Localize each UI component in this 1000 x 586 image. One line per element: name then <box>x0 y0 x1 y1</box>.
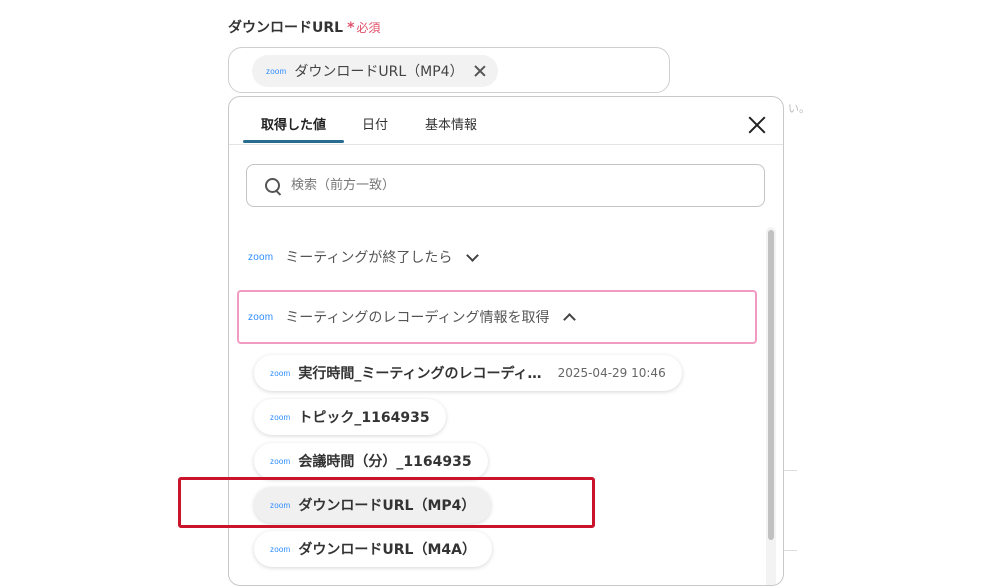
group-label: ミーティングのレコーディング情報を取得 <box>285 310 550 326</box>
remove-chip-icon[interactable] <box>474 65 486 77</box>
chevron-up-icon <box>563 312 577 326</box>
zoom-logo-icon: zoom <box>266 66 287 76</box>
active-tab-indicator <box>243 140 344 143</box>
item-label: 会議時間（分）_1164935 <box>298 454 472 470</box>
search-icon <box>265 177 281 194</box>
zoom-logo-icon: zoom <box>248 251 274 263</box>
group-meeting-ended[interactable]: zoom ミーティングが終了したら <box>248 247 480 267</box>
list-item[interactable]: zoom 実行時間_ミーティングのレコーディ… 2025-04-29 10:46 <box>254 355 682 391</box>
tab-divider <box>229 144 783 145</box>
tab-basic-info[interactable]: 基本情報 <box>425 114 477 133</box>
chip-label: ダウンロードURL（MP4） <box>294 64 464 80</box>
scrollbar-thumb[interactable] <box>768 230 774 540</box>
required-text: 必須 <box>356 21 381 35</box>
tab-date[interactable]: 日付 <box>362 114 388 133</box>
group-label: ミーティングが終了したら <box>285 250 453 266</box>
close-icon[interactable] <box>747 115 767 135</box>
download-url-field-label: ダウンロードURL * 必須 <box>228 17 380 37</box>
group-recording-info[interactable]: zoom ミーティングのレコーディング情報を取得 <box>237 290 757 344</box>
field-label-text: ダウンロードURL <box>228 20 344 36</box>
list-item[interactable]: zoom 会議時間（分）_1164935 <box>254 443 488 479</box>
item-value: 2025-04-29 10:46 <box>557 366 666 380</box>
zoom-logo-icon: zoom <box>270 368 291 378</box>
item-label: 実行時間_ミーティングのレコーディ… <box>298 366 542 382</box>
item-label: トピック_1164935 <box>298 410 430 426</box>
tab-acquired-values[interactable]: 取得した値 <box>261 114 326 133</box>
search-box[interactable] <box>246 164 765 207</box>
background-divider <box>783 470 797 471</box>
zoom-logo-icon: zoom <box>270 456 291 466</box>
annotation-highlight-box <box>178 477 595 528</box>
selected-value-chip[interactable]: zoom ダウンロードURL（MP4） <box>252 55 498 87</box>
required-asterisk: * <box>347 20 355 36</box>
background-text-fragment: い。 <box>788 102 810 115</box>
chevron-down-icon <box>466 248 480 262</box>
item-label: ダウンロードURL（M4A） <box>298 542 476 558</box>
zoom-logo-icon: zoom <box>270 412 291 422</box>
zoom-logo-icon: zoom <box>248 311 274 323</box>
list-item[interactable]: zoom ダウンロードURL（M4A） <box>254 531 492 567</box>
search-input[interactable] <box>289 177 733 194</box>
background-divider <box>783 550 797 551</box>
list-item[interactable]: zoom トピック_1164935 <box>254 399 446 435</box>
zoom-logo-icon: zoom <box>270 544 291 554</box>
